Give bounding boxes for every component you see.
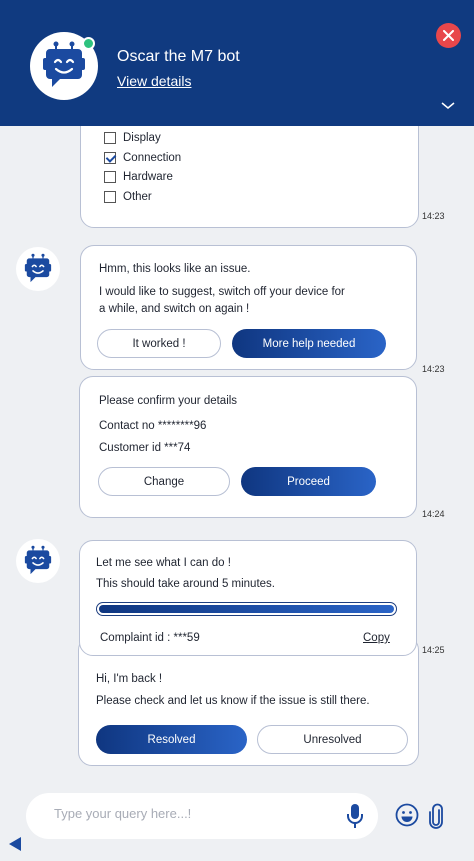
view-details-link[interactable]: View details bbox=[117, 73, 191, 89]
copy-link[interactable]: Copy bbox=[363, 632, 390, 644]
progress-bar bbox=[96, 602, 397, 616]
resolved-button[interactable]: Resolved bbox=[96, 725, 247, 754]
close-button[interactable] bbox=[436, 23, 461, 48]
connection-checkbox[interactable] bbox=[104, 152, 116, 164]
unresolved-button[interactable]: Unresolved bbox=[257, 725, 408, 754]
contact-number: Contact no ********96 bbox=[99, 420, 207, 432]
change-button[interactable]: Change bbox=[98, 467, 230, 496]
emoji-icon[interactable] bbox=[395, 803, 419, 827]
timestamp: 14:25 bbox=[422, 645, 445, 655]
chat-header: Oscar the M7 bot View details bbox=[0, 0, 474, 126]
bot-avatar-icon bbox=[24, 545, 52, 575]
back-text: Hi, I'm back ! bbox=[96, 673, 163, 685]
confirm-title: Please confirm your details bbox=[99, 395, 238, 407]
close-icon bbox=[443, 30, 454, 41]
suggestion-text: a while, and switch on again ! bbox=[99, 303, 250, 315]
back-text: Please check and let us know if the issu… bbox=[96, 695, 370, 707]
hardware-checkbox[interactable] bbox=[104, 171, 116, 183]
bot-avatar bbox=[16, 247, 60, 291]
option-connection[interactable]: Connection bbox=[104, 152, 181, 164]
option-label: Hardware bbox=[123, 171, 173, 183]
suggestion-text: I would like to suggest, switch off your… bbox=[99, 286, 345, 298]
option-label: Connection bbox=[123, 152, 182, 164]
option-other[interactable]: Other bbox=[104, 191, 152, 203]
proceed-button[interactable]: Proceed bbox=[241, 467, 376, 496]
bot-avatar-icon bbox=[43, 41, 85, 87]
option-label: Display bbox=[123, 132, 161, 144]
bot-avatar bbox=[16, 539, 60, 583]
complaint-id: Complaint id : ***59 bbox=[100, 632, 200, 644]
option-label: Other bbox=[123, 191, 152, 203]
microphone-icon[interactable] bbox=[346, 803, 364, 829]
online-status-dot bbox=[82, 37, 95, 50]
customer-id: Customer id ***74 bbox=[99, 442, 191, 454]
timestamp: 14:23 bbox=[422, 211, 445, 221]
display-checkbox[interactable] bbox=[104, 132, 116, 144]
bot-name: Oscar the M7 bot bbox=[117, 48, 240, 65]
paperclip-icon[interactable] bbox=[428, 803, 444, 829]
option-display[interactable]: Display bbox=[104, 132, 161, 144]
suggestion-text: Hmm, this looks like an issue. bbox=[99, 263, 251, 275]
option-hardware[interactable]: Hardware bbox=[104, 171, 173, 183]
progress-text: This should take around 5 minutes. bbox=[96, 578, 275, 590]
back-arrow-icon[interactable] bbox=[8, 836, 22, 852]
query-input[interactable] bbox=[54, 806, 314, 821]
timestamp: 14:24 bbox=[422, 509, 445, 519]
chevron-down-icon[interactable] bbox=[441, 102, 455, 110]
bot-avatar-icon bbox=[24, 253, 52, 283]
progress-text: Let me see what I can do ! bbox=[96, 557, 231, 569]
timestamp: 14:23 bbox=[422, 364, 445, 374]
progress-bar-fill bbox=[99, 605, 394, 613]
more-help-button[interactable]: More help needed bbox=[232, 329, 386, 358]
other-checkbox[interactable] bbox=[104, 191, 116, 203]
it-worked-button[interactable]: It worked ! bbox=[97, 329, 221, 358]
message-composer bbox=[26, 793, 378, 839]
